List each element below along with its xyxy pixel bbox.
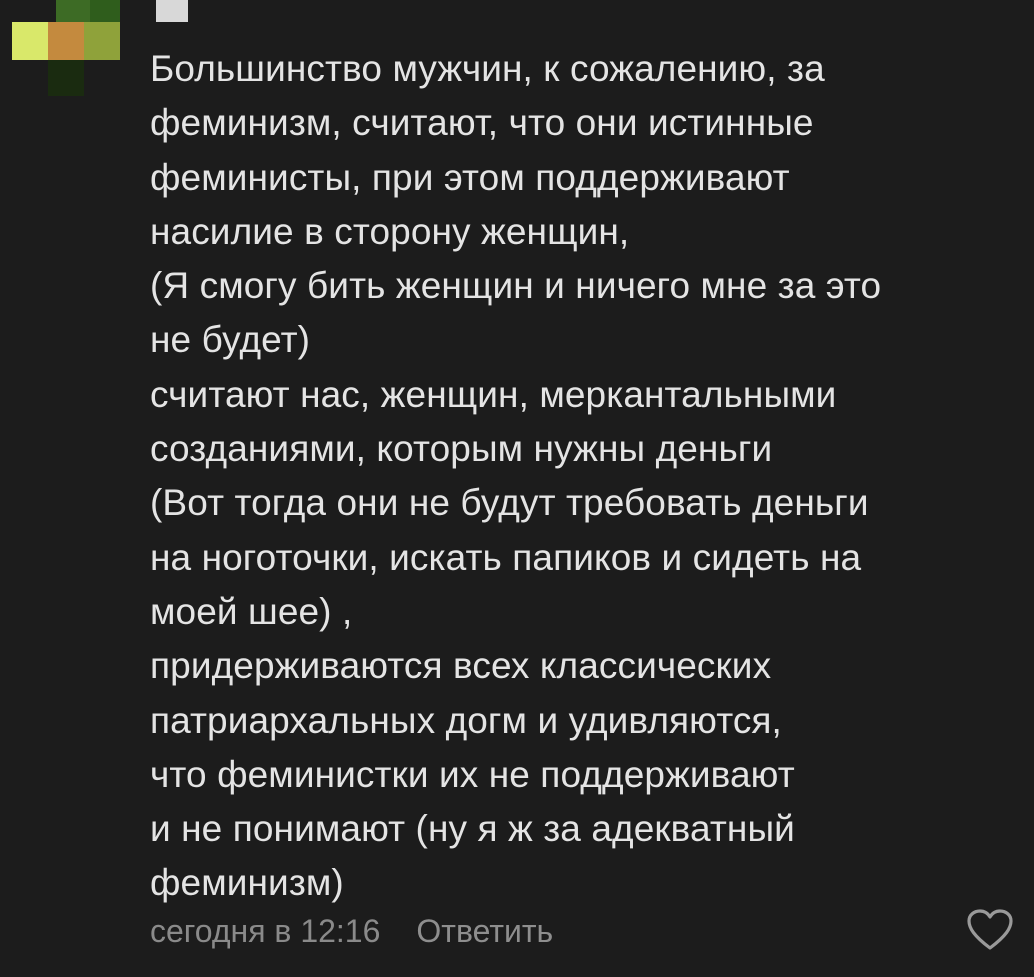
comment-line: моей шее) , [150,590,353,632]
author-name[interactable] [156,0,188,22]
avatar[interactable] [12,0,120,96]
comment-line: феминизм, считают, что они истинные [150,102,814,144]
comment-line: на ноготочки, искать папиков и сидеть на [150,536,862,578]
comment-line: не будет) [150,319,311,361]
like-button[interactable] [966,908,1014,952]
reply-button[interactable]: Ответить [416,913,553,950]
comment-line: придерживаются всех классических [150,645,772,687]
comment-line: патриархальных догм и удивляются, [150,699,782,741]
comment-line: считают нас, женщин, меркантальными [150,373,837,415]
comment-line: что феминистки их не поддерживают [150,753,795,795]
comment-line: феминизм) [150,862,344,904]
comment-text: Большинство мужчин, к сожалению, за феми… [150,42,1010,911]
comment-line: насилие в сторону женщин, [150,210,630,252]
heart-outline-icon [967,909,1013,950]
comment-line: (Вот тогда они не будут требовать деньги [150,482,869,524]
comment-timestamp: сегодня в 12:16 [150,912,381,949]
comment-line: созданиями, которым нужны деньги [150,428,773,470]
comment-footer: сегодня в 12:16 Ответить [150,906,553,956]
comment-line: феминисты, при этом поддерживают [150,156,790,198]
comment-line: и не понимают (ну я ж за адекватный [150,808,795,850]
comment-line: (Я смогу бить женщин и ничего мне за это [150,265,882,307]
comment-line: Большинство мужчин, к сожалению, за [150,48,825,89]
